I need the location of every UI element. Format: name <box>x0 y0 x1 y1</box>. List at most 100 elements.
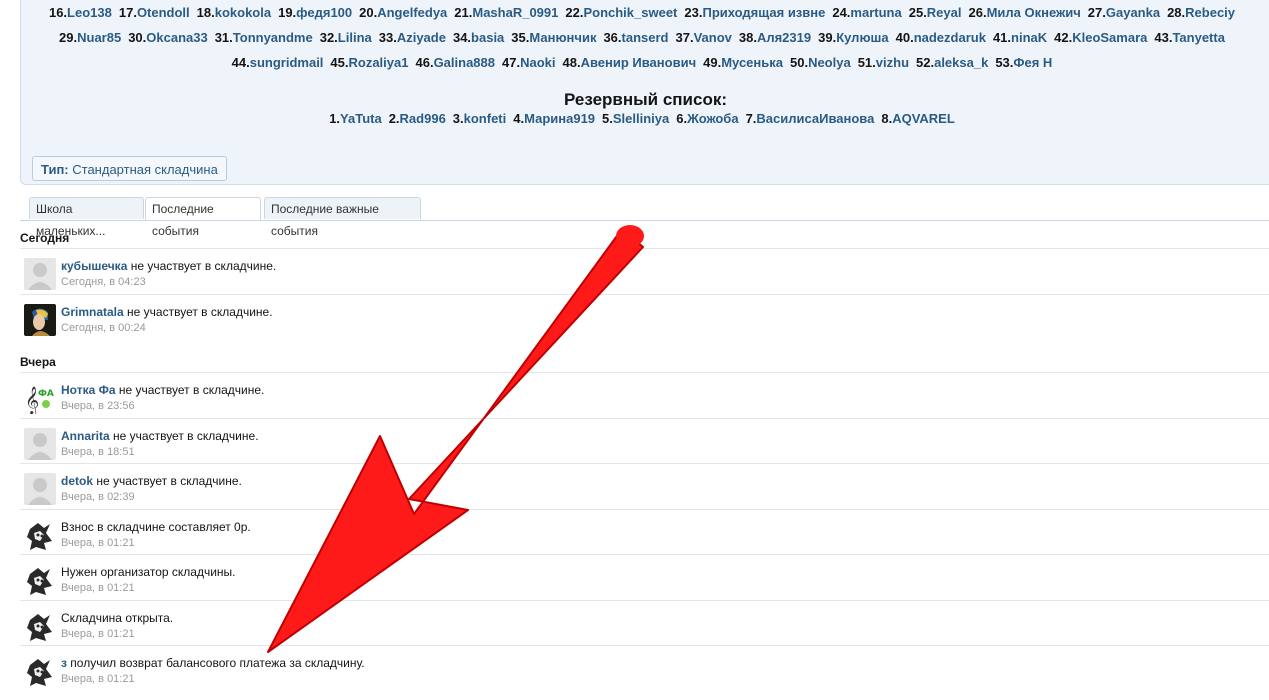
participant-link[interactable]: Otendoll <box>137 5 190 20</box>
participant-link[interactable]: tanserd <box>622 30 669 45</box>
participant-link[interactable]: Lilina <box>338 30 372 45</box>
participant-link[interactable]: konfeti <box>464 111 507 126</box>
participant-number: 33. <box>378 30 397 45</box>
participant-number: 35. <box>511 30 530 45</box>
default-avatar-icon[interactable] <box>24 473 56 505</box>
type-value: Стандартная складчина <box>72 162 218 177</box>
participant-link[interactable]: Okcana33 <box>146 30 207 45</box>
participant-item: 2.Rad996 <box>389 111 446 126</box>
participant-item: 46.Galina888 <box>415 55 495 70</box>
tab-school[interactable]: Школа маленьких... <box>29 197 144 238</box>
participant-link[interactable]: Angelfedya <box>377 5 447 20</box>
participant-link[interactable]: sungridmail <box>250 55 324 70</box>
event-user-link[interactable]: Нотка Фа <box>61 383 116 397</box>
participant-link[interactable]: Кулюша <box>836 30 888 45</box>
event-text: кубышечка не участвует в складчине. <box>61 259 276 273</box>
participant-link[interactable]: Манюнчик <box>529 30 596 45</box>
participant-link[interactable]: Slelliniya <box>613 111 669 126</box>
participant-link[interactable]: Nuar85 <box>77 30 121 45</box>
participant-item: 45.Rozaliya1 <box>330 55 408 70</box>
default-avatar-icon[interactable] <box>24 258 56 290</box>
participant-item: 28.Rebeciy <box>1167 5 1235 20</box>
participant-item: 16.Leo138 <box>49 5 112 20</box>
participant-link[interactable]: Aziyade <box>397 30 446 45</box>
participant-link[interactable]: MashaR_0991 <box>472 5 558 20</box>
participant-link[interactable]: YaTuta <box>340 111 382 126</box>
participant-link[interactable]: Neolya <box>808 55 851 70</box>
participant-link[interactable]: vizhu <box>876 55 909 70</box>
participant-link[interactable]: AQVAREL <box>892 111 955 126</box>
girl-pearl-avatar-icon[interactable] <box>24 303 56 336</box>
participant-link[interactable]: ninaK <box>1011 30 1047 45</box>
participant-link[interactable]: Rebeciy <box>1185 5 1235 20</box>
participant-link[interactable]: Мусенька <box>721 55 783 70</box>
participant-link[interactable]: Rozaliya1 <box>349 55 409 70</box>
participant-link[interactable]: Марина919 <box>524 111 595 126</box>
event-message: Взнос в складчине составляет 0р. <box>61 519 251 534</box>
event-time: Сегодня, в 00:24 <box>61 321 146 334</box>
participant-link[interactable]: Gayanka <box>1106 5 1160 20</box>
event-user-link[interactable]: Annarita <box>61 429 110 443</box>
participant-link[interactable]: Rad996 <box>400 111 446 126</box>
participant-link[interactable]: федя100 <box>296 5 352 20</box>
event-user-link[interactable]: detok <box>61 474 93 488</box>
event-time: Вчера, в 23:56 <box>61 400 135 412</box>
event-message: Складчина открыта. <box>61 610 174 625</box>
participant-link[interactable]: KleoSamara <box>1072 30 1147 45</box>
participant-link[interactable]: martuna <box>850 5 901 20</box>
participant-item: 20.Angelfedya <box>359 5 447 20</box>
participant-number: 48. <box>562 55 581 70</box>
participant-number: 23. <box>684 5 703 20</box>
participant-item: 42.KleoSamara <box>1054 30 1147 45</box>
treble-clef-avatar-icon[interactable]: 𝄞 ФА <box>24 382 56 414</box>
event-user-link[interactable]: кубышечка <box>61 259 127 273</box>
participant-link[interactable]: Жожоба <box>687 111 738 126</box>
participant-link[interactable]: Tonnyandme <box>233 30 313 45</box>
participant-link[interactable]: Galina888 <box>434 55 495 70</box>
participant-link[interactable]: Авенир Иванович <box>581 55 697 70</box>
participant-number: 51. <box>857 55 876 70</box>
participant-number: 26. <box>968 5 987 20</box>
robot-avatar-icon[interactable] <box>24 564 56 596</box>
participant-link[interactable]: kokokola <box>215 5 271 20</box>
participant-link[interactable]: Naoki <box>520 55 555 70</box>
participant-item: 26.Мила Окнежич <box>969 5 1081 20</box>
default-avatar-icon[interactable] <box>24 427 56 460</box>
participant-item: 6.Жожоба <box>676 111 738 126</box>
event-message: не участвует в складчине. <box>115 383 265 397</box>
participant-number: 43. <box>1154 30 1173 45</box>
participant-number: 5. <box>602 111 613 126</box>
event-text: detok не участвует в складчине. <box>61 474 242 488</box>
participant-item: 38.Аля2319 <box>739 30 811 45</box>
participant-link[interactable]: ВасилисаИванова <box>756 111 874 126</box>
participant-link[interactable]: Tanyetta <box>1172 30 1225 45</box>
participant-link[interactable]: basia <box>471 30 504 45</box>
participant-number: 27. <box>1087 5 1106 20</box>
participant-item: 5.Slelliniya <box>602 111 669 126</box>
robot-avatar-icon[interactable] <box>24 609 56 642</box>
tab-recent-events[interactable]: Последние события <box>145 197 261 238</box>
participant-link[interactable]: Мила Окнежич <box>987 5 1081 20</box>
participant-link[interactable]: Reyal <box>927 5 962 20</box>
participant-item: 17.Otendoll <box>119 5 190 20</box>
participant-number: 37. <box>675 30 694 45</box>
participant-item: 51.vizhu <box>858 55 909 70</box>
participant-link[interactable]: Leo138 <box>67 5 112 20</box>
participant-link[interactable]: Vanov <box>694 30 732 45</box>
participant-link[interactable]: aleksa_k <box>934 55 988 70</box>
day-heading-today: Сегодня <box>20 231 70 245</box>
participant-link[interactable]: nadezdaruk <box>914 30 986 45</box>
participant-number: 39. <box>818 30 837 45</box>
participant-link[interactable]: Ponchik_sweet <box>583 5 677 20</box>
event-user-link[interactable]: Grimnatala <box>61 305 124 319</box>
participant-item: 44.sungridmail <box>232 55 324 70</box>
participant-number: 18. <box>196 5 215 20</box>
participant-item: 19.федя100 <box>278 5 352 20</box>
participant-link[interactable]: Приходящая извне <box>702 5 825 20</box>
tab-important-events[interactable]: Последние важные события <box>264 197 421 238</box>
robot-avatar-icon[interactable] <box>24 655 56 687</box>
robot-avatar-icon[interactable] <box>24 518 56 551</box>
participant-link[interactable]: Аля2319 <box>757 30 811 45</box>
participant-number: 21. <box>454 5 473 20</box>
participant-link[interactable]: Фея Н <box>1013 55 1052 70</box>
